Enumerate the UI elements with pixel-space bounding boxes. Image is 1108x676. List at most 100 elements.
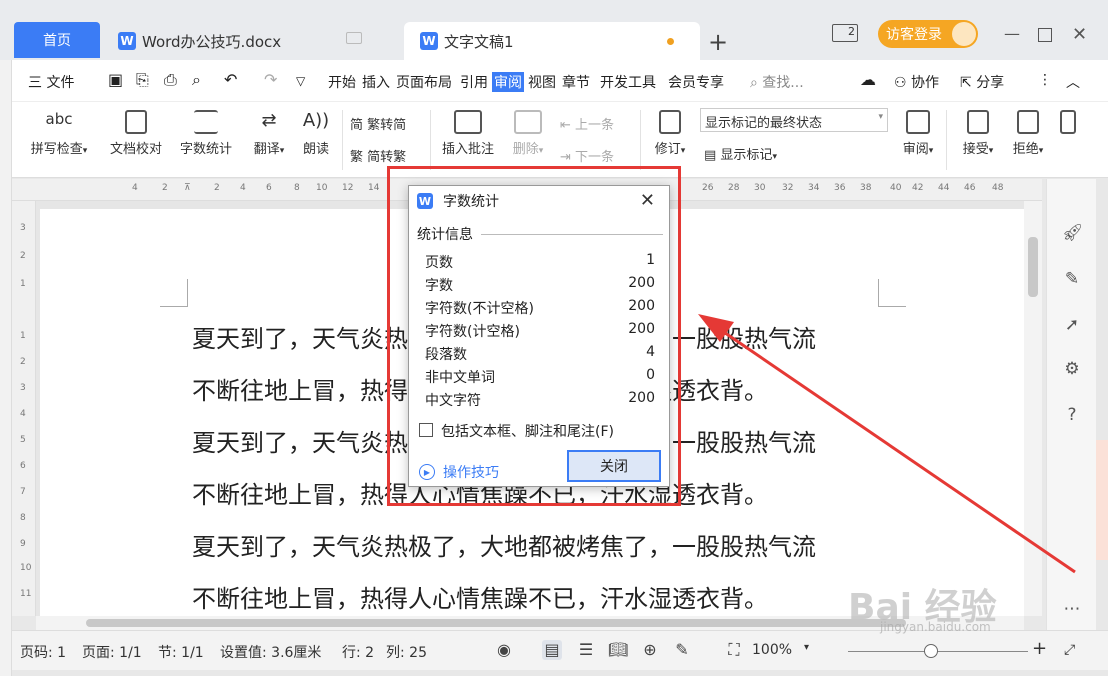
- menu-view[interactable]: 视图: [528, 72, 556, 92]
- dialog-close-button[interactable]: 关闭: [567, 450, 661, 482]
- close-window-icon[interactable]: ✕: [1072, 24, 1087, 45]
- outline-view-icon[interactable]: ☰: [576, 640, 596, 660]
- word-doc-icon: W: [118, 32, 136, 50]
- status-bar: 页码: 1 页面: 1/1 节: 1/1 设置值: 3.6厘米 行: 2 列: …: [12, 630, 1108, 670]
- spell-check-button[interactable]: abc 拼写检查▾: [22, 110, 96, 157]
- margin-corner: [160, 279, 188, 307]
- format-painter-icon[interactable]: ⎘: [136, 70, 149, 90]
- menu-references[interactable]: 引用: [460, 72, 488, 92]
- menu-member[interactable]: 会员专享: [668, 72, 724, 92]
- menu-insert[interactable]: 插入: [362, 72, 390, 92]
- track-changes-button[interactable]: 修订▾: [646, 110, 694, 157]
- review-pane-button[interactable]: 审阅▾: [896, 110, 940, 157]
- maximize-icon[interactable]: [1038, 28, 1052, 42]
- word-count-label: 字数统计: [179, 142, 232, 157]
- minimize-icon[interactable]: —: [1004, 24, 1020, 43]
- divider: [640, 110, 641, 170]
- stat-value: 0: [646, 367, 655, 383]
- menu-start[interactable]: 开始: [328, 72, 356, 92]
- undo-icon[interactable]: ↶: [224, 70, 237, 89]
- eye-protection-icon[interactable]: ◉: [494, 640, 514, 660]
- collab-label: 协作: [911, 75, 940, 91]
- zoom-level[interactable]: 100%: [752, 642, 792, 658]
- prev-comment-button[interactable]: ⇤ 上一条: [560, 114, 614, 133]
- delete-comment-button[interactable]: 删除▾: [506, 110, 550, 157]
- new-tab-plus-icon[interactable]: +: [708, 28, 728, 56]
- reject-icon: [1017, 110, 1039, 134]
- collab-button[interactable]: ⚇ 协作: [894, 72, 939, 92]
- next-comment-button[interactable]: ⇥ 下一条: [560, 146, 614, 165]
- login-button[interactable]: 访客登录: [878, 20, 978, 48]
- tab-word-tips-doc[interactable]: W Word办公技巧.docx: [102, 22, 402, 60]
- more-menu-icon[interactable]: ⋮: [1038, 72, 1052, 88]
- page-view-icon[interactable]: ▤: [542, 640, 562, 660]
- insert-comment-icon: [454, 110, 482, 134]
- accept-button[interactable]: 接受▾: [956, 110, 1000, 157]
- stat-row-non-chinese-words: 非中文单词 0: [425, 367, 655, 387]
- save-icon[interactable]: ▣: [108, 70, 123, 89]
- more-icon[interactable]: ⋯: [1062, 599, 1082, 619]
- search-box[interactable]: ⌕ 查找...: [750, 72, 804, 92]
- next-label: 下一条: [575, 150, 615, 165]
- translate-icon: ⇄: [261, 110, 277, 131]
- menu-review[interactable]: 审阅: [492, 72, 524, 92]
- read-mode-icon[interactable]: 📖︎: [608, 640, 628, 660]
- markup-state-select[interactable]: 显示标记的最终状态 ▾: [700, 108, 888, 132]
- trad-to-simp-button[interactable]: 简 繁转简: [350, 114, 406, 133]
- stat-value: 200: [628, 298, 655, 314]
- tab-document-1[interactable]: W 文字文稿1: [404, 22, 700, 60]
- zoom-slider[interactable]: [848, 651, 1028, 652]
- zoom-in-icon[interactable]: +: [1032, 638, 1047, 659]
- scroll-thumb[interactable]: [1028, 237, 1038, 297]
- translate-button[interactable]: ⇄ 翻译▾: [244, 110, 294, 157]
- menu-layout[interactable]: 页面布局: [396, 72, 452, 92]
- fullscreen-icon[interactable]: ⤢: [1064, 642, 1075, 658]
- vertical-ruler[interactable]: 3 2 1 1 2 3 4 5 6 7 8 9 10 11: [12, 201, 36, 616]
- zoom-dropdown-icon[interactable]: ▾: [804, 642, 809, 653]
- chevron-down-icon: ▾: [878, 112, 883, 122]
- simp-to-trad-button[interactable]: 繁 简转繁: [350, 146, 406, 165]
- ribbon-more-icon[interactable]: [1058, 110, 1078, 138]
- scroll-thumb[interactable]: [86, 619, 906, 627]
- monitor-icon: [346, 32, 362, 44]
- include-textbox-checkbox[interactable]: [419, 423, 433, 437]
- read-aloud-label: 朗读: [302, 142, 329, 157]
- window-count-icon[interactable]: 2: [832, 24, 858, 42]
- customize-dropdown-icon[interactable]: ▽: [296, 74, 305, 88]
- menu-chapter[interactable]: 章节: [562, 72, 590, 92]
- insert-comment-button[interactable]: 插入批注: [436, 110, 500, 157]
- stat-row-chars-with-space: 字符数(计空格) 200: [425, 321, 655, 341]
- tips-link[interactable]: ▶ 操作技巧: [419, 462, 499, 482]
- read-aloud-icon: A)): [302, 110, 330, 131]
- share-icon: ⇱: [960, 75, 977, 91]
- dialog-title-bar: W 字数统计: [409, 186, 669, 216]
- doc-proof-button[interactable]: 文档校对: [104, 110, 168, 157]
- word-count-button[interactable]: 字数统计: [174, 110, 238, 157]
- rocket-icon[interactable]: 🚀︎: [1062, 223, 1084, 243]
- read-aloud-button[interactable]: A)) 朗读: [296, 110, 336, 157]
- stat-value: 1: [646, 252, 655, 268]
- stat-label: 字符数(计空格): [425, 324, 520, 340]
- ribbon-more-glyph-icon: [1060, 110, 1076, 134]
- menu-developer[interactable]: 开发工具: [600, 72, 656, 92]
- login-label: 访客登录: [886, 27, 942, 43]
- file-menu[interactable]: 三 文件: [28, 72, 74, 92]
- collapse-ribbon-icon[interactable]: ︿: [1066, 72, 1080, 92]
- print-icon[interactable]: ⎙: [164, 70, 177, 90]
- reject-button[interactable]: 拒绝▾: [1006, 110, 1050, 157]
- web-view-icon[interactable]: ⊕: [640, 640, 660, 660]
- fit-page-icon[interactable]: ⛶: [724, 640, 744, 660]
- print-preview-icon[interactable]: ⌕: [192, 70, 201, 90]
- write-mode-icon[interactable]: ✎: [672, 640, 692, 660]
- collab-icon: ⚇: [894, 75, 912, 91]
- stat-row-chars-no-space: 字符数(不计空格) 200: [425, 298, 655, 318]
- cloud-sync-icon[interactable]: ☁: [860, 70, 876, 89]
- tab-home[interactable]: 首页: [14, 22, 100, 58]
- redo-icon[interactable]: ↷: [264, 70, 277, 89]
- dialog-close-icon[interactable]: ✕: [640, 190, 655, 211]
- zoom-slider-handle[interactable]: [924, 644, 938, 658]
- pen-icon[interactable]: ✎: [1062, 269, 1082, 289]
- show-markup-button[interactable]: ▤ 显示标记▾: [704, 144, 777, 163]
- include-textbox-label[interactable]: 包括文本框、脚注和尾注(F): [441, 421, 614, 441]
- share-button[interactable]: ⇱ 分享: [960, 72, 1004, 92]
